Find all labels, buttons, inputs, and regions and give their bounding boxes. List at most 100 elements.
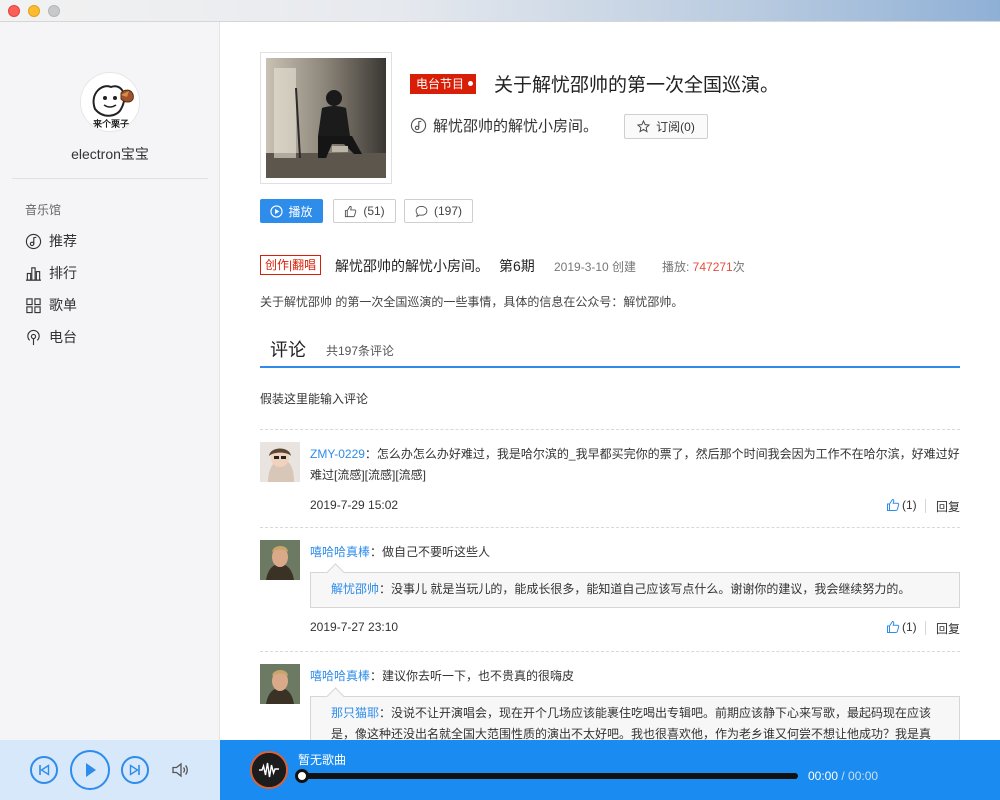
- dj-info[interactable]: 解忧邵帅的解忧小房间。: [410, 115, 598, 136]
- comment-like-count: (1): [902, 498, 917, 512]
- program-cover: [260, 52, 392, 184]
- reply-username[interactable]: 解忧邵帅: [331, 582, 379, 596]
- comment-text: ：建议你去听一下，也不贵真的很嗨皮: [370, 669, 575, 683]
- play-button[interactable]: 播放: [260, 199, 323, 223]
- progress-bar[interactable]: [295, 769, 798, 783]
- volume-icon[interactable]: [170, 760, 190, 780]
- dj-name: 解忧邵帅的解忧小房间。: [433, 118, 599, 135]
- title-bar: [0, 0, 1000, 22]
- comment-text: ：怎么办怎么办好难过，我是哈尔滨的_我早都买完你的票了，然后那个时间我会因为工作…: [310, 447, 960, 482]
- close-window-button[interactable]: [8, 5, 20, 17]
- avatar-image: [260, 442, 300, 482]
- sidebar-item-label: 排行: [49, 265, 77, 281]
- play-pause-button[interactable]: [70, 750, 110, 790]
- like-count: (51): [363, 204, 385, 218]
- username: electron宝宝: [71, 146, 149, 162]
- playback-time: 00:00 / 00:00: [808, 769, 878, 783]
- comment-time: 2019-7-29 15:02: [310, 498, 399, 512]
- music-note-icon: [410, 117, 427, 134]
- comment-total: 共197条评论: [326, 344, 395, 358]
- thumbs-up-icon: [887, 498, 900, 511]
- reply-username[interactable]: 那只猫耶: [331, 706, 379, 720]
- next-track-button[interactable]: [121, 756, 149, 784]
- user-avatar[interactable]: 来个栗子: [80, 72, 140, 132]
- comment-item: 嘻哈哈真棒：做自己不要听这些人 解忧邵帅：没事儿 就是当玩儿的，能成长很多，能知…: [260, 540, 960, 650]
- tab-comments[interactable]: 评论: [270, 336, 306, 362]
- comment-button[interactable]: (197): [404, 199, 473, 223]
- episode-number: 第6期: [499, 258, 535, 274]
- play-icon: [86, 763, 96, 777]
- comment-reply-button[interactable]: 回复: [936, 498, 960, 515]
- playlist-icon: [26, 297, 41, 313]
- next-icon: [129, 764, 140, 776]
- sidebar-item-label: 歌单: [49, 297, 77, 313]
- avatar-image: [260, 540, 300, 580]
- previous-track-button[interactable]: [30, 756, 58, 784]
- minimize-window-button[interactable]: [28, 5, 40, 17]
- comment-like-button[interactable]: (1): [886, 620, 917, 634]
- play-count: 播放: 747271次: [662, 258, 745, 275]
- comment-like-button[interactable]: (1): [886, 498, 917, 512]
- commenter-avatar[interactable]: [260, 664, 300, 704]
- comment-body: ZMY-0229：怎么办怎么办好难过，我是哈尔滨的_我早都买完你的票了，然后那个…: [310, 444, 960, 486]
- play-circle-icon: [270, 204, 284, 218]
- program-title: 关于解忧邵帅的第一次全国巡演。: [494, 75, 780, 96]
- thumbs-up-icon: [345, 205, 357, 217]
- commenter-avatar[interactable]: [260, 442, 300, 482]
- divider: [260, 651, 960, 652]
- radio-program-tag: 电台节目: [410, 74, 477, 94]
- comment-item: 嘻哈哈真棒：建议你去听一下，也不贵真的很嗨皮 那只猫耶：没说不让开演唱会，现在开…: [260, 664, 960, 740]
- avatar-caption: 来个栗子: [92, 119, 129, 129]
- reply-text: ：没说不让开演唱会，现在开个几场应该能裹住吃喝出专辑吧。前期应该静下心来写歌，最…: [331, 706, 932, 740]
- comment-time: 2019-7-27 23:10: [310, 620, 399, 634]
- play-count-number: 747271: [692, 260, 733, 274]
- comment-username[interactable]: ZMY-0229: [310, 447, 365, 461]
- reply-text: ：没事儿 就是当玩儿的，能成长很多，能知道自己应该写点什么。谢谢你的建议，我会继…: [379, 582, 911, 596]
- maximize-window-button[interactable]: [48, 5, 60, 17]
- now-playing-cover[interactable]: [250, 751, 288, 789]
- sidebar: 来个栗子 electron宝宝 音乐馆 推荐 排行 歌单 电台: [0, 22, 220, 740]
- play-count-suffix: 次: [732, 260, 745, 274]
- sidebar-item-label: 电台: [49, 329, 77, 345]
- sidebar-item-ranking[interactable]: 排行: [25, 262, 77, 284]
- comment-reply-button[interactable]: 回复: [936, 620, 960, 637]
- waveform-icon: [252, 753, 286, 787]
- comment-username[interactable]: 嘻哈哈真棒: [310, 669, 370, 683]
- comment-item: ZMY-0229：怎么办怎么办好难过，我是哈尔滨的_我早都买完你的票了，然后那个…: [260, 442, 960, 522]
- quoted-reply: 解忧邵帅：没事儿 就是当玩儿的，能成长很多，能知道自己应该写点什么。谢谢你的建议…: [310, 572, 960, 608]
- subscribe-button[interactable]: 订阅(0): [624, 114, 708, 139]
- progress-handle[interactable]: [295, 769, 309, 783]
- divider: [260, 527, 960, 528]
- episode-title: 解忧邵帅的解忧小房间。: [335, 258, 489, 274]
- sidebar-item-playlist[interactable]: 歌单: [25, 294, 77, 316]
- sidebar-item-recommend[interactable]: 推荐: [25, 230, 77, 252]
- avatar-image: [260, 664, 300, 704]
- sidebar-item-radio[interactable]: 电台: [25, 326, 77, 348]
- main-content: 电台节目 关于解忧邵帅的第一次全国巡演。 解忧邵帅的解忧小房间。 订阅(0) 播…: [220, 22, 1000, 740]
- episode-date: 2019-3-10 创建: [554, 260, 637, 274]
- commenter-avatar[interactable]: [260, 540, 300, 580]
- comment-body: 嘻哈哈真棒：建议你去听一下，也不贵真的很嗨皮: [310, 666, 960, 687]
- comment-input[interactable]: 假装这里能输入评论: [260, 390, 368, 407]
- comment-text: ：做自己不要听这些人: [370, 545, 491, 559]
- comment-tabs: 评论 共197条评论: [260, 332, 960, 368]
- song-title: 暂无歌曲: [298, 753, 347, 767]
- comment-body: 嘻哈哈真棒：做自己不要听这些人: [310, 542, 960, 563]
- like-button[interactable]: (51): [333, 199, 396, 223]
- ranking-icon: [25, 266, 42, 281]
- star-icon: [637, 120, 651, 133]
- sidebar-item-label: 推荐: [49, 233, 77, 249]
- play-label: 播放: [288, 204, 313, 219]
- category-tag[interactable]: 创作|翻唱: [260, 255, 322, 275]
- comment-count: (197): [433, 204, 462, 218]
- app-window: 来个栗子 electron宝宝 音乐馆 推荐 排行 歌单 电台 电台节目 关于解…: [0, 0, 1000, 800]
- play-count-prefix: 播放:: [662, 260, 693, 274]
- current-time: 00:00: [808, 769, 839, 783]
- comment-bubble-icon: [415, 205, 428, 217]
- comment-username[interactable]: 嘻哈哈真棒: [310, 545, 370, 559]
- subscribe-label: 订阅(0): [656, 120, 695, 134]
- music-note-icon: [25, 233, 42, 249]
- comment-like-count: (1): [902, 620, 917, 634]
- radio-icon: [27, 329, 40, 345]
- program-description: 关于解忧邵帅 的第一次全国巡演的一些事情，具体的信息在公众号：解忧邵帅。: [260, 295, 684, 309]
